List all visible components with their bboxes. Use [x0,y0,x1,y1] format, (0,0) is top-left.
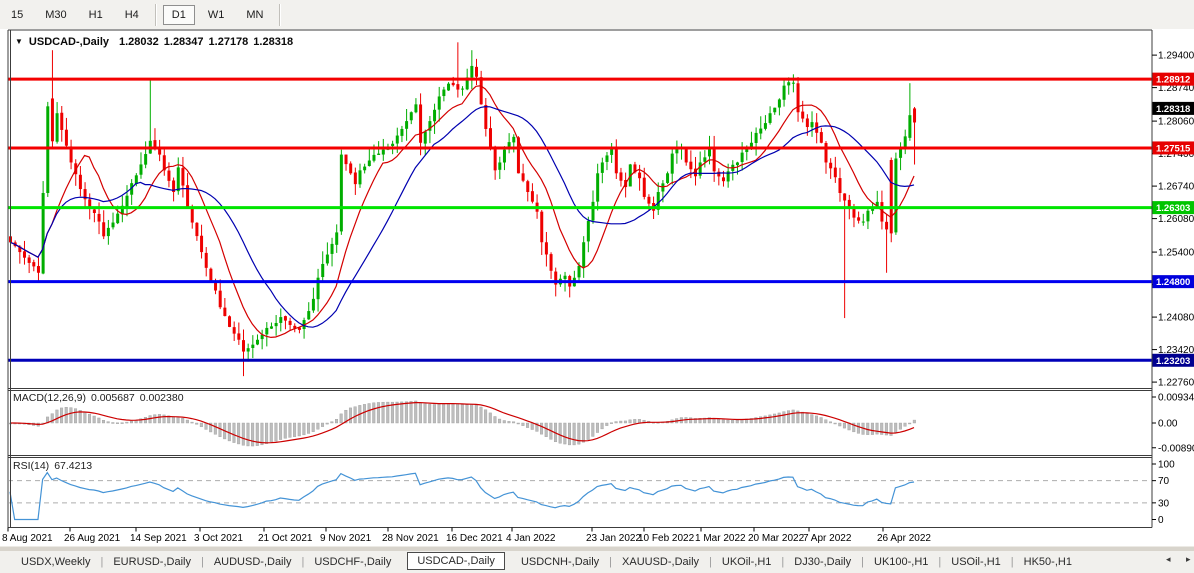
tab-dj30-daily[interactable]: DJ30-,Daily [791,556,854,568]
svg-text:21 Oct 2021: 21 Oct 2021 [258,533,313,544]
tab-separator: | [781,556,784,568]
svg-text:1.26740: 1.26740 [1158,182,1194,193]
svg-text:-0.008902: -0.008902 [1158,443,1194,454]
chart-symbol: USDCAD-,Daily [29,36,109,48]
svg-text:0.00: 0.00 [1158,419,1178,430]
svg-text:23 Jan 2022: 23 Jan 2022 [586,533,641,544]
tab-usdx-weekly[interactable]: USDX,Weekly [18,556,93,568]
tab-separator: | [938,556,941,568]
tab-ukoil-h1[interactable]: UKOil-,H1 [719,556,775,568]
svg-text:1.25400: 1.25400 [1158,248,1194,259]
rsi-label: RSI(14) 67.4213 [13,460,97,472]
svg-text:1.29400: 1.29400 [1158,51,1194,62]
svg-text:14 Sep 2021: 14 Sep 2021 [130,533,187,544]
tab-usdcad-daily[interactable]: USDCAD-,Daily [407,552,505,570]
svg-text:7 Apr 2022: 7 Apr 2022 [803,533,852,544]
rsi-name: RSI(14) [13,460,49,472]
tab-separator: | [100,556,103,568]
rsi-pane[interactable] [8,473,1152,520]
svg-text:1.24800: 1.24800 [1156,277,1190,288]
tab-usdchf-daily[interactable]: USDCHF-,Daily [311,556,394,568]
time-axis: 8 Aug 2021 26 Aug 2021 14 Sep 2021 3 Oct 20… [2,528,931,545]
chevron-down-icon[interactable]: ▼ [15,37,23,46]
tab-scroll-right-icon[interactable]: ▸ [1186,554,1191,565]
svg-text:9 Nov 2021: 9 Nov 2021 [320,533,372,544]
rsi-line [10,473,914,520]
svg-text:8 Aug 2021: 8 Aug 2021 [2,533,53,544]
tab-xauusd-daily[interactable]: XAUUSD-,Daily [619,556,702,568]
chart-canvas[interactable]: 1.294001.287401.280601.274001.267401.260… [0,0,1194,573]
tab-separator: | [201,556,204,568]
macd-label: MACD(12,26,9) 0.005687 0.002380 [13,392,189,404]
svg-text:1.26080: 1.26080 [1158,214,1194,225]
rsi-value: 67.4213 [54,460,92,472]
svg-text:20 Mar 2022: 20 Mar 2022 [748,533,805,544]
svg-text:16 Dec 2021: 16 Dec 2021 [446,533,503,544]
svg-text:1 Mar 2022: 1 Mar 2022 [695,533,746,544]
tab-usoil-h1[interactable]: USOil-,H1 [948,556,1004,568]
tab-usdcnh-daily[interactable]: USDCNH-,Daily [518,556,602,568]
svg-text:1.27515: 1.27515 [1156,143,1191,154]
macd-name: MACD(12,26,9) [13,392,86,404]
ohlc-open: 1.28032 [119,36,159,48]
moving-average-21 [10,107,914,328]
svg-text:0.009345: 0.009345 [1158,393,1194,404]
moving-average-10 [10,86,914,338]
price-axis: 1.294001.287401.280601.274001.267401.260… [1152,51,1194,526]
svg-text:10 Feb 2022: 10 Feb 2022 [638,533,695,544]
tab-separator: | [709,556,712,568]
tab-scroll-left-icon[interactable]: ◂ [1166,554,1171,565]
svg-text:1.28060: 1.28060 [1158,117,1194,128]
symbol-tabbar: USDX,Weekly | EURUSD-,Daily | AUDUSD-,Daily |… [0,551,1194,573]
tab-separator: | [301,556,304,568]
svg-text:1.26303: 1.26303 [1156,203,1190,214]
tab-separator: | [609,556,612,568]
macd-pane[interactable] [9,401,916,446]
svg-text:30: 30 [1158,498,1170,509]
svg-text:1.28318: 1.28318 [1156,104,1190,115]
svg-text:1.22760: 1.22760 [1158,378,1194,389]
ohlc-close: 1.28318 [253,36,293,48]
price-pane[interactable] [9,42,916,376]
svg-text:4 Jan 2022: 4 Jan 2022 [506,533,556,544]
svg-text:70: 70 [1158,476,1170,487]
ohlc-low: 1.27178 [209,36,249,48]
tab-hk50-h1[interactable]: HK50-,H1 [1021,556,1075,568]
macd-main-value: 0.005687 [91,392,135,404]
svg-text:28 Nov 2021: 28 Nov 2021 [382,533,439,544]
tab-eurusd-daily[interactable]: EURUSD-,Daily [110,556,194,568]
svg-text:1.23203: 1.23203 [1156,356,1190,367]
tab-uk100-h1[interactable]: UK100-,H1 [871,556,931,568]
svg-text:26 Aug 2021: 26 Aug 2021 [64,533,121,544]
svg-text:1.28912: 1.28912 [1156,75,1190,86]
svg-text:26 Apr 2022: 26 Apr 2022 [877,533,931,544]
tab-separator: | [1011,556,1014,568]
tab-audusd-daily[interactable]: AUDUSD-,Daily [211,556,295,568]
chart-title: ▼ USDCAD-,Daily 1.28032 1.28347 1.27178 1.283… [15,36,298,48]
ohlc-high: 1.28347 [164,36,204,48]
svg-text:0: 0 [1158,515,1164,526]
macd-signal-value: 0.002380 [140,392,184,404]
tab-separator: | [861,556,864,568]
svg-text:100: 100 [1158,460,1175,471]
svg-text:1.24080: 1.24080 [1158,313,1194,324]
svg-text:3 Oct 2021: 3 Oct 2021 [194,533,243,544]
